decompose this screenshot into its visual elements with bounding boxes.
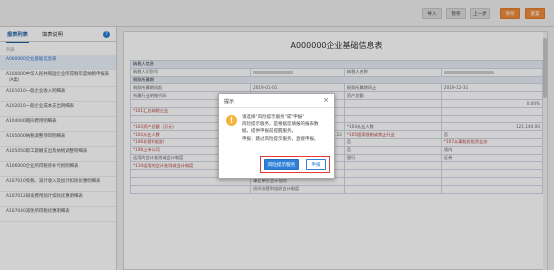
message-line: 据，提供申报前提醒服务。: [242, 129, 296, 135]
risk-tip-service-button[interactable]: 风险提示服务: [264, 159, 299, 170]
warning-icon: !: [226, 115, 237, 126]
message-line: 申报：跳过风险提示服务，直接申报。: [242, 136, 319, 142]
dialog-title: 提示: [224, 99, 235, 105]
message-line: 请选择"风险提示服务"或"申报": [242, 115, 305, 120]
close-icon[interactable]: ×: [323, 96, 329, 104]
declare-button[interactable]: 申报: [306, 159, 326, 170]
dialog-message: 请选择"风险提示服务"或"申报" 风险提示服务，是根据您填报的报表数 据，提供申…: [242, 114, 330, 143]
dialog-header: 提示 ×: [219, 94, 334, 108]
message-line: 风险提示服务，是根据您填报的报表数: [242, 122, 319, 128]
